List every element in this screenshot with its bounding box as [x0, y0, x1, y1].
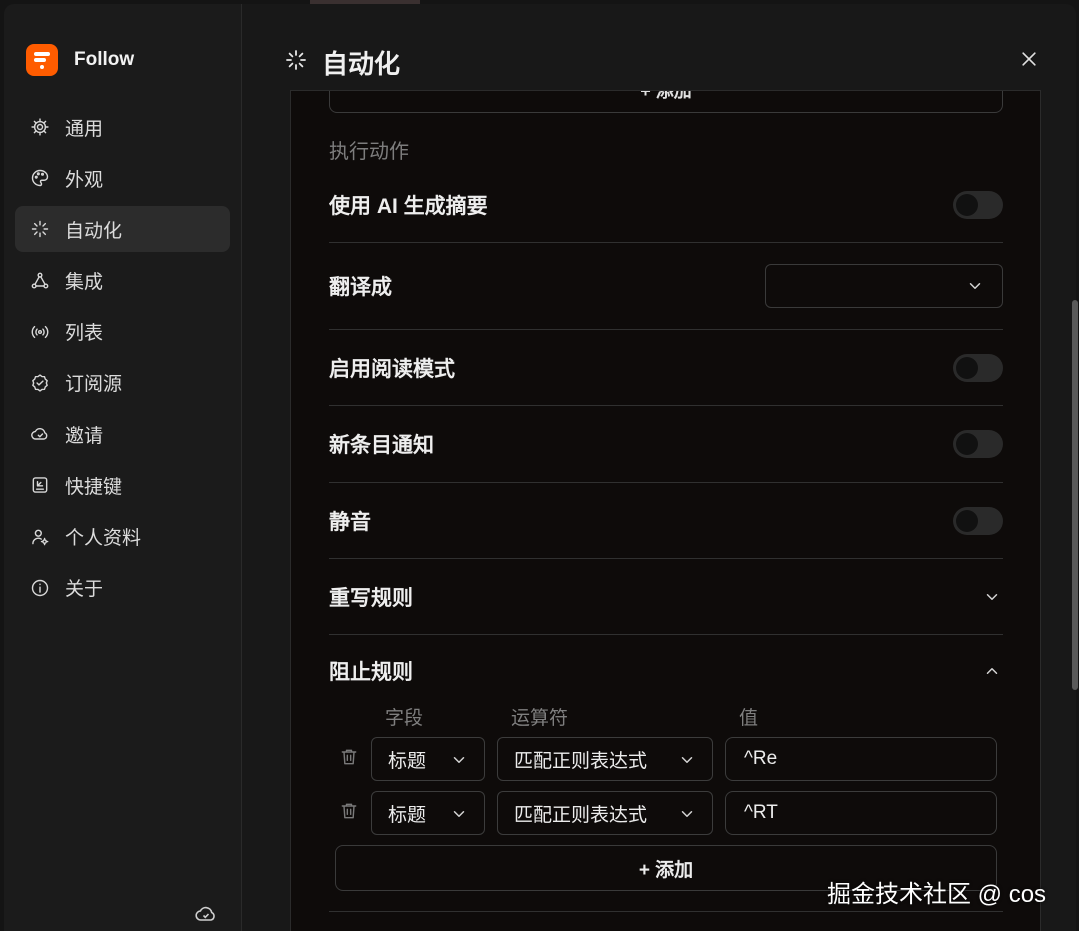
readability-toggle[interactable] — [953, 353, 1003, 382]
sidebar-item-label: 自动化 — [65, 220, 123, 242]
sidebar-item-lists[interactable]: 列表 — [15, 309, 230, 355]
delete-rule-button[interactable] — [339, 801, 361, 823]
trash-icon — [341, 803, 357, 819]
close-button[interactable] — [1016, 46, 1042, 72]
sidebar-item-invite[interactable]: 邀请 — [15, 411, 230, 457]
app-name: Follow — [74, 49, 135, 70]
sidebar-item-label: 快捷键 — [65, 476, 123, 498]
settings-nav: 通用 外观 自动化 集成 列表 订阅源 邀请 快捷键 个人资料 关于 — [15, 104, 230, 616]
user-settings-icon — [29, 526, 51, 548]
palette-icon — [29, 167, 51, 189]
divider — [329, 911, 1003, 912]
section-title: 执行动作 — [329, 141, 409, 163]
field-select-value: 标题 — [388, 804, 427, 826]
settings-window: Follow 通用 外观 自动化 集成 列表 订阅源 邀请 快捷键 个人资料 关… — [4, 4, 1076, 931]
close-icon — [1022, 52, 1036, 66]
delete-rule-button[interactable] — [339, 747, 361, 769]
chevron-down-icon — [986, 593, 998, 600]
row-label: 使用 AI 生成摘要 — [329, 194, 488, 218]
field-select[interactable]: 标题 — [371, 737, 485, 781]
integration-icon — [29, 270, 51, 292]
sidebar-item-shortcuts[interactable]: 快捷键 — [15, 462, 230, 508]
row-label: 重写规则 — [329, 586, 413, 610]
sidebar: Follow 通用 外观 自动化 集成 列表 订阅源 邀请 快捷键 个人资料 关… — [4, 4, 242, 931]
block-rule-row: 标题 匹配正则表达式 ^Re — [329, 737, 1003, 781]
page-title: 自动化 — [322, 48, 401, 79]
page-header: 自动化 — [284, 42, 400, 82]
add-condition-button[interactable]: + 添加 — [329, 91, 1003, 113]
readability-row: 启用阅读模式 — [329, 330, 1003, 406]
chevron-down-icon — [453, 811, 465, 817]
automation-panel: + 添加 执行动作 使用 AI 生成摘要 翻译成 启用阅读模式 新条目通知 静音… — [290, 90, 1041, 931]
sidebar-item-about[interactable]: 关于 — [15, 565, 230, 611]
chevron-down-icon — [453, 757, 465, 763]
operator-select-value: 匹配正则表达式 — [514, 750, 648, 772]
operator-select[interactable]: 匹配正则表达式 — [497, 791, 713, 835]
broadcast-icon — [29, 321, 51, 343]
mute-toggle[interactable] — [953, 506, 1003, 535]
notify-row: 新条目通知 — [329, 406, 1003, 483]
sidebar-item-label: 个人资料 — [65, 528, 142, 549]
brand: Follow — [26, 44, 134, 76]
column-field: 字段 — [385, 708, 424, 729]
magic-wand-icon — [284, 48, 308, 77]
sidebar-item-integration[interactable]: 集成 — [15, 258, 230, 304]
sidebar-item-label: 邀请 — [65, 425, 104, 447]
chevron-up-icon — [986, 668, 998, 674]
column-operator: 运算符 — [511, 708, 569, 729]
notify-toggle[interactable] — [953, 430, 1003, 458]
gear-icon — [29, 116, 51, 138]
block-rules-row[interactable]: 阻止规则 — [329, 635, 1003, 707]
keyboard-icon — [29, 474, 51, 496]
operator-select[interactable]: 匹配正则表达式 — [497, 737, 713, 781]
row-label: 新条目通知 — [329, 434, 434, 457]
block-rule-row: 标题 匹配正则表达式 ^RT — [329, 791, 1003, 835]
ai-summary-row: 使用 AI 生成摘要 — [329, 167, 1003, 243]
chevron-down-icon — [681, 811, 693, 817]
row-label: 阻止规则 — [329, 661, 413, 684]
info-icon — [29, 577, 51, 599]
ai-summary-toggle[interactable] — [953, 190, 1003, 219]
scrollbar[interactable] — [1072, 300, 1078, 690]
translate-language-select[interactable] — [765, 264, 1003, 308]
sidebar-item-label: 通用 — [65, 118, 104, 140]
row-label: 静音 — [329, 510, 371, 534]
sidebar-item-label: 订阅源 — [65, 374, 123, 396]
chevron-down-icon — [681, 757, 693, 763]
sidebar-item-label: 外观 — [65, 169, 104, 191]
row-label: 启用阅读模式 — [329, 357, 455, 381]
sidebar-item-label: 集成 — [65, 272, 104, 294]
mute-row: 静音 — [329, 483, 1003, 559]
follow-logo-icon — [26, 44, 58, 76]
sidebar-item-label: 关于 — [65, 579, 104, 601]
column-value: 值 — [739, 708, 759, 729]
field-select[interactable]: 标题 — [371, 791, 485, 835]
rewrite-rules-row[interactable]: 重写规则 — [329, 559, 1003, 635]
watermark: 掘金技术社区 @ cos — [827, 881, 1047, 908]
operator-select-value: 匹配正则表达式 — [514, 804, 648, 826]
sidebar-item-automation[interactable]: 自动化 — [15, 206, 230, 253]
magic-wand-icon — [29, 218, 51, 240]
translate-row: 翻译成 — [329, 243, 1003, 330]
sidebar-item-feeds[interactable]: 订阅源 — [15, 360, 230, 406]
cloud-sync-icon[interactable] — [194, 902, 218, 926]
verified-badge-icon — [29, 372, 51, 394]
value-input[interactable]: ^Re — [725, 737, 997, 781]
sidebar-item-profile[interactable]: 个人资料 — [15, 514, 230, 560]
sidebar-item-appearance[interactable]: 外观 — [15, 155, 230, 201]
row-label: 翻译成 — [329, 276, 392, 299]
trash-icon — [341, 749, 357, 765]
field-select-value: 标题 — [388, 750, 427, 772]
chevron-down-icon — [969, 283, 981, 289]
sidebar-item-label: 列表 — [65, 323, 104, 345]
invite-cloud-icon — [29, 423, 51, 445]
sidebar-item-general[interactable]: 通用 — [15, 104, 230, 150]
value-input[interactable]: ^RT — [725, 791, 997, 835]
